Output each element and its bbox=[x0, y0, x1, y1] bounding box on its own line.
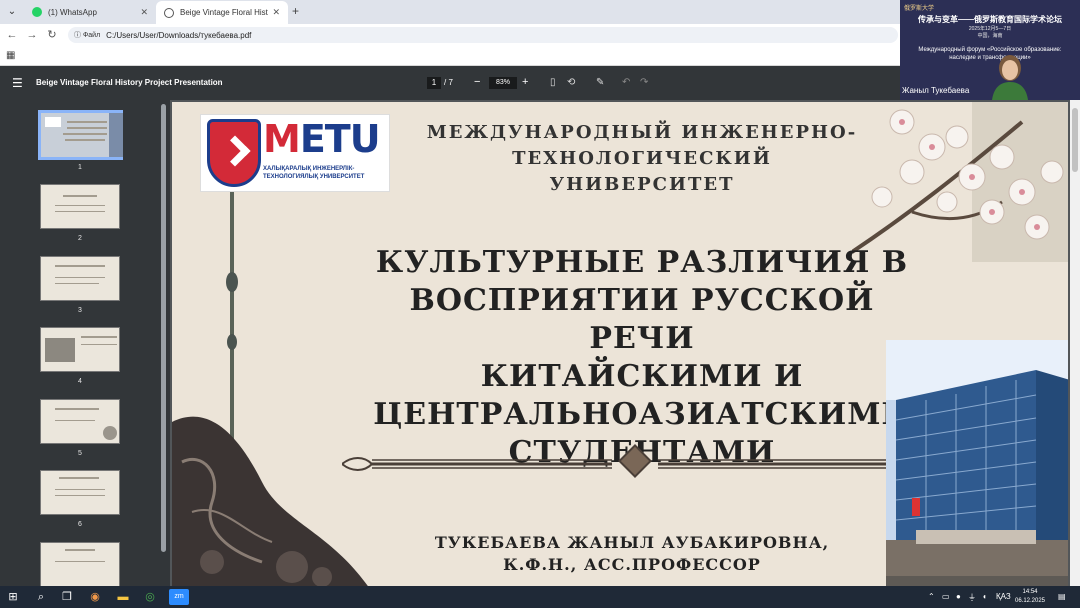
task-view-icon[interactable]: ❐ bbox=[60, 590, 74, 604]
notifications-icon[interactable]: ▤ bbox=[1058, 592, 1066, 601]
clock-date: 06.12.2025 bbox=[1014, 598, 1046, 604]
slide-page: METU ХАЛЫҚАРАЛЫҚ ИНЖЕНЕРЛІК-ТЕХНОЛОГИЯЛЫ… bbox=[172, 102, 1068, 586]
title-line: ВОСПРИЯТИИ РУССКОЙ РЕЧИ bbox=[409, 283, 875, 356]
title-line: ЦЕНТРАЛЬНОАЗИАТСКИМИ bbox=[373, 397, 911, 432]
tab-search-icon[interactable]: ⌄ bbox=[4, 4, 20, 20]
new-tab-button[interactable]: + bbox=[292, 4, 299, 18]
file-explorer-icon[interactable]: ▬ bbox=[116, 590, 130, 604]
logo-word: ETU bbox=[299, 117, 381, 161]
file-chip-label: Файл bbox=[82, 32, 101, 39]
site-info-chip[interactable]: ⓘ Файл bbox=[74, 30, 100, 40]
university-name-line: МЕЖДУНАРОДНЫЙ ИНЖЕНЕРНО- bbox=[426, 122, 858, 143]
video-banner-dates: 2025年12月5—7日 中国，海南 bbox=[900, 26, 1080, 40]
zoom-app-icon[interactable]: zm bbox=[169, 589, 189, 605]
video-date: 2025年12月5—7日 bbox=[968, 26, 1012, 32]
thumbnail-page[interactable] bbox=[40, 184, 120, 229]
author-name: ТУКЕБАЕВА ЖАНЫЛ АУБАКИРОВНА, bbox=[434, 533, 830, 552]
tab-pdf[interactable]: Beige Vintage Floral History Pro ✕ bbox=[156, 1, 288, 24]
close-icon[interactable]: ✕ bbox=[272, 7, 280, 18]
thumbnail-page[interactable] bbox=[40, 256, 120, 301]
author-info: ТУКЕБАЕВА ЖАНЫЛ АУБАКИРОВНА, К.Ф.Н., АСС… bbox=[412, 532, 852, 576]
participant-name: Жаныл Тукебаева bbox=[902, 86, 970, 95]
whatsapp-icon bbox=[32, 7, 42, 17]
logo-wordmark: METU bbox=[263, 117, 381, 161]
page-number-input[interactable]: 1 bbox=[427, 77, 441, 89]
sidebar-scrollbar[interactable] bbox=[161, 104, 166, 552]
windows-start-icon[interactable]: ⊞ bbox=[6, 590, 20, 604]
language-indicator[interactable]: ҚАЗ bbox=[996, 592, 1011, 601]
author-title: К.Ф.Н., АСС.ПРОФЕССОР bbox=[503, 555, 761, 574]
forward-icon[interactable]: → bbox=[24, 27, 40, 43]
thumbnail-sidebar: 1 2 3 4 5 6 bbox=[0, 100, 170, 587]
tab-label: (1) WhatsApp bbox=[48, 7, 97, 17]
page-scrollbar[interactable] bbox=[1070, 100, 1080, 586]
thumbnail-number: 4 bbox=[78, 378, 82, 385]
ornamental-divider bbox=[342, 444, 902, 478]
participant-video bbox=[992, 55, 1028, 100]
video-banner-title: 传承与变革——俄罗斯教育国际学术论坛 bbox=[918, 15, 1062, 24]
volume-icon[interactable]: ◖ bbox=[982, 592, 987, 601]
slide-title: КУЛЬТУРНЫЕ РАЗЛИЧИЯ В ВОСПРИЯТИИ РУССКОЙ… bbox=[362, 244, 922, 472]
title-line: КИТАЙСКИМИ И bbox=[480, 359, 804, 394]
blossom-branch-image bbox=[852, 102, 1068, 262]
chrome-icon[interactable]: ◎ bbox=[143, 590, 157, 604]
globe-icon bbox=[164, 7, 174, 18]
video-logo: 俄罗斯大学 bbox=[904, 6, 935, 12]
zoom-out-button[interactable]: − bbox=[474, 76, 480, 88]
thumbnail-page[interactable] bbox=[38, 110, 123, 160]
thumbnail-number: 1 bbox=[78, 164, 82, 171]
microphone-icon[interactable]: ● bbox=[956, 592, 961, 601]
thumbnail-page[interactable] bbox=[40, 470, 120, 515]
phone-link-icon[interactable]: ▭ bbox=[942, 592, 950, 601]
taskbar: ⊞ ⌕ ❐ ◉ ▬ ◎ zm ⌃ ▭ ● ⏚ ◖ ҚАЗ 14:54 06.12… bbox=[0, 586, 1080, 608]
thumbnail-page[interactable] bbox=[40, 542, 120, 587]
thumbnail-number: 3 bbox=[78, 307, 82, 314]
back-icon[interactable]: ← bbox=[4, 27, 20, 43]
title-line: КУЛЬТУРНЫЕ РАЗЛИЧИЯ В bbox=[375, 245, 909, 280]
page-total: / 7 bbox=[444, 78, 453, 87]
undo-icon[interactable]: ↶ bbox=[622, 77, 630, 88]
zoom-in-button[interactable]: + bbox=[522, 76, 528, 88]
university-building-photo bbox=[886, 340, 1068, 586]
logo-subtitle: ХАЛЫҚАРАЛЫҚ ИНЖЕНЕРЛІК-ТЕХНОЛОГИЯЛЫҚ УНИ… bbox=[263, 166, 365, 180]
fit-page-icon[interactable]: ▯ bbox=[550, 77, 556, 88]
shield-icon bbox=[207, 119, 261, 187]
annotate-icon[interactable]: ✎ bbox=[596, 77, 604, 88]
thumbnail-page[interactable] bbox=[40, 399, 120, 444]
menu-icon[interactable]: ☰ bbox=[12, 76, 23, 90]
university-logo: METU ХАЛЫҚАРАЛЫҚ ИНЖЕНЕРЛІК-ТЕХНОЛОГИЯЛЫ… bbox=[200, 114, 390, 192]
floral-ornament-image bbox=[172, 416, 368, 586]
tab-label: Beige Vintage Floral History Pro bbox=[180, 8, 268, 17]
close-icon[interactable]: ✕ bbox=[140, 7, 148, 18]
apps-grid-icon[interactable]: ▦ bbox=[6, 50, 15, 61]
university-name: МЕЖДУНАРОДНЫЙ ИНЖЕНЕРНО- ТЕХНОЛОГИЧЕСКИЙ… bbox=[422, 120, 862, 198]
usb-icon[interactable]: ⏚ bbox=[968, 592, 976, 603]
thumbnail-page[interactable] bbox=[40, 327, 120, 372]
thumbnail-number: 2 bbox=[78, 235, 82, 242]
search-icon[interactable]: ⌕ bbox=[34, 590, 48, 604]
tab-whatsapp[interactable]: (1) WhatsApp ✕ bbox=[24, 0, 156, 24]
url-text: C:/Users/User/Downloads/тукебаева.pdf bbox=[106, 30, 252, 40]
zoom-input[interactable]: 83% bbox=[489, 77, 517, 89]
video-call-overlay[interactable]: 俄罗斯大学 传承与变革——俄罗斯教育国际学术论坛 2025年12月5—7日 中国… bbox=[900, 0, 1080, 100]
thumbnail-number: 6 bbox=[78, 521, 82, 528]
university-name-line: ТЕХНОЛОГИЧЕСКИЙ УНИВЕРСИТЕТ bbox=[512, 148, 772, 195]
video-location: 中国，海南 bbox=[977, 33, 1003, 39]
pdf-viewer: METU ХАЛЫҚАРАЛЫҚ ИНЖЕНЕРЛІК-ТЕХНОЛОГИЯЛЫ… bbox=[170, 100, 1070, 586]
document-title: Beige Vintage Floral History Project Pre… bbox=[36, 78, 223, 87]
clock-time: 14:54 bbox=[1022, 589, 1038, 595]
redo-icon[interactable]: ↷ bbox=[640, 77, 648, 88]
thumbnail-number: 5 bbox=[78, 450, 82, 457]
system-clock[interactable]: 14:54 06.12.2025 bbox=[1010, 588, 1050, 606]
logo-initial: M bbox=[263, 117, 301, 161]
copilot-icon[interactable]: ◉ bbox=[88, 590, 102, 604]
tray-chevron-icon[interactable]: ⌃ bbox=[928, 592, 935, 601]
url-input[interactable]: ⓘ Файл C:/Users/User/Downloads/тукебаева… bbox=[68, 27, 898, 43]
rotate-icon[interactable]: ⟲ bbox=[567, 77, 575, 88]
reload-icon[interactable]: ↻ bbox=[44, 27, 60, 43]
